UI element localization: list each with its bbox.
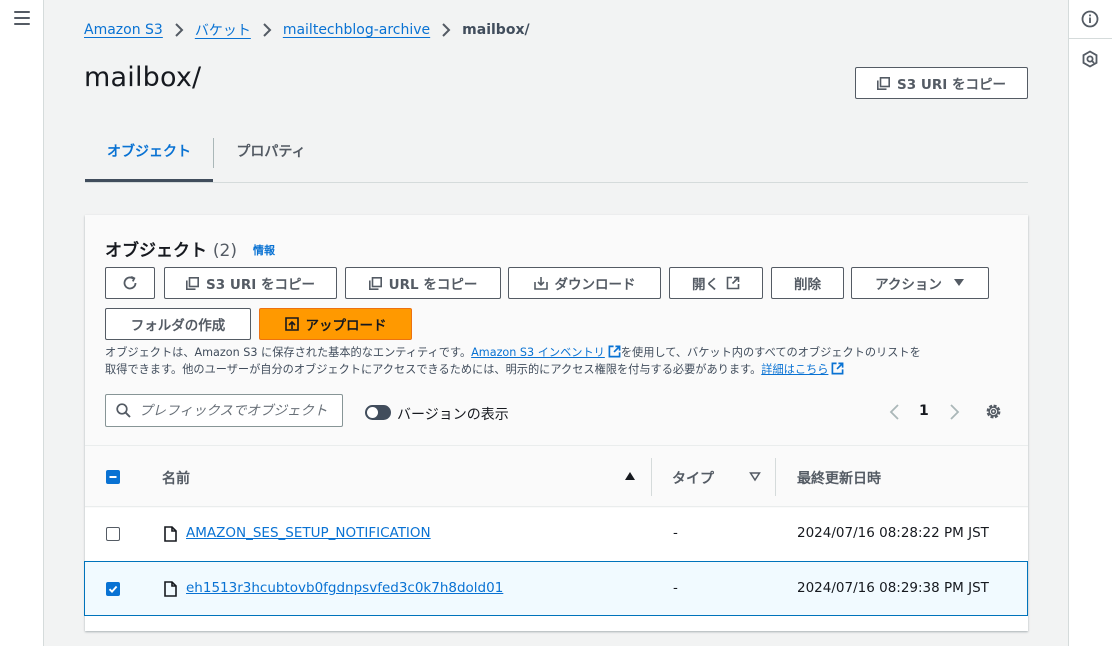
- right-tools-rail: [1068, 0, 1112, 646]
- sort-icon[interactable]: [749, 472, 761, 482]
- table-row-selected[interactable]: eh1513r3hcubtovb0fgdnpsvfed3c0k7h8dold01…: [84, 561, 1028, 616]
- breadcrumb-bucket-name[interactable]: mailtechblog-archive: [283, 22, 430, 38]
- column-header-type[interactable]: タイプ: [672, 468, 714, 488]
- copy-icon: [877, 76, 891, 90]
- tab-objects[interactable]: オブジェクト: [85, 128, 213, 182]
- copy-url-button[interactable]: URL をコピー: [345, 267, 501, 299]
- copy-s3-uri-button[interactable]: S3 URI をコピー: [164, 267, 337, 299]
- check-icon: [108, 585, 118, 593]
- info-icon[interactable]: [1081, 10, 1099, 28]
- learn-more-link[interactable]: 詳細はこちら: [761, 363, 828, 376]
- info-link[interactable]: 情報: [253, 242, 275, 258]
- copy-icon: [368, 276, 382, 290]
- open-label: 開く: [692, 277, 719, 293]
- object-type: -: [673, 580, 678, 596]
- cloudshell-icon[interactable]: [1081, 50, 1099, 68]
- table-header: 名前 タイプ 最終更新日時: [85, 445, 1028, 508]
- next-page-icon[interactable]: [947, 403, 961, 421]
- panel-title: オブジェクト (2): [105, 236, 237, 261]
- column-header-name[interactable]: 名前: [162, 468, 190, 488]
- object-last-modified: 2024/07/16 08:29:38 PM JST: [797, 580, 989, 596]
- actions-dropdown[interactable]: アクション: [851, 267, 989, 299]
- copy-url-label: URL をコピー: [388, 277, 478, 293]
- row-checkbox[interactable]: [106, 582, 120, 596]
- external-link-icon: [608, 345, 621, 358]
- description-text-1: オブジェクトは、Amazon S3 に保存された基本的なエンティティです。: [105, 346, 472, 359]
- table-row[interactable]: AMAZON_SES_SETUP_NOTIFICATION - 2024/07/…: [85, 506, 1028, 562]
- file-icon: [164, 526, 177, 542]
- previous-page-icon[interactable]: [888, 403, 902, 421]
- objects-panel: オブジェクト (2) 情報 S3 URI をコピー URL をコピー ダウンロー…: [84, 215, 1028, 631]
- create-folder-label: フォルダの作成: [130, 318, 226, 334]
- breadcrumb-buckets[interactable]: バケット: [195, 20, 251, 40]
- left-nav-rail: [0, 0, 44, 646]
- download-icon: [533, 277, 548, 290]
- description-text-3: 取得できます。他のユーザーが自分のオブジェクトにアクセスできるためには、明示的に…: [105, 363, 762, 376]
- actions-label: アクション: [875, 277, 942, 293]
- chevron-right-icon: [175, 23, 184, 37]
- select-all-checkbox[interactable]: [106, 470, 120, 484]
- download-button[interactable]: ダウンロード: [508, 267, 661, 299]
- upload-label: アップロード: [305, 318, 387, 334]
- page-title: mailbox/: [84, 62, 202, 93]
- object-last-modified: 2024/07/16 08:28:22 PM JST: [797, 525, 989, 541]
- breadcrumb: Amazon S3 バケット mailtechblog-archive mail…: [84, 20, 530, 40]
- panel-title-text: オブジェクト: [105, 241, 207, 261]
- row-checkbox[interactable]: [106, 527, 120, 541]
- copy-icon: [186, 276, 200, 290]
- chevron-right-icon: [263, 23, 272, 37]
- refresh-button[interactable]: [105, 267, 155, 299]
- create-folder-button[interactable]: フォルダの作成: [105, 308, 251, 340]
- tab-properties[interactable]: プロパティ: [214, 128, 328, 180]
- tab-list: オブジェクト プロパティ: [85, 128, 1028, 183]
- upload-button[interactable]: アップロード: [259, 308, 412, 340]
- header-copy-s3-uri-label: S3 URI をコピー: [897, 77, 1006, 93]
- copy-s3-uri-label: S3 URI をコピー: [206, 277, 315, 293]
- object-count: (2): [212, 241, 238, 261]
- column-divider: [651, 458, 652, 496]
- header-copy-s3-uri-button[interactable]: S3 URI をコピー: [855, 67, 1028, 99]
- delete-label: 削除: [794, 277, 821, 293]
- object-type: -: [673, 525, 678, 541]
- external-link-icon: [831, 362, 844, 375]
- column-header-last-modified[interactable]: 最終更新日時: [797, 468, 881, 488]
- column-divider: [775, 458, 776, 496]
- breadcrumb-current: mailbox/: [462, 22, 530, 38]
- caret-down-icon: [953, 279, 964, 286]
- objects-description: オブジェクトは、Amazon S3 に保存された基本的なエンティティです。Ama…: [105, 344, 1015, 378]
- inventory-link[interactable]: Amazon S3 インベントリ: [471, 346, 605, 359]
- external-link-icon: [726, 276, 740, 290]
- minus-icon: [109, 476, 117, 478]
- object-name-link[interactable]: eh1513r3hcubtovb0fgdnpsvfed3c0k7h8dold01: [186, 580, 503, 596]
- delete-button[interactable]: 削除: [771, 267, 844, 299]
- rail-divider: [1069, 38, 1112, 39]
- sort-ascending-icon[interactable]: [624, 471, 636, 481]
- breadcrumb-amazon-s3[interactable]: Amazon S3: [84, 22, 163, 38]
- download-label: ダウンロード: [554, 277, 636, 293]
- show-versions-label: バージョンの表示: [397, 407, 509, 423]
- search-input[interactable]: [139, 402, 329, 419]
- chevron-right-icon: [442, 23, 451, 37]
- current-page-number[interactable]: 1: [919, 403, 929, 419]
- search-field[interactable]: [105, 394, 343, 427]
- upload-icon: [284, 317, 299, 331]
- open-button[interactable]: 開く: [669, 267, 763, 299]
- refresh-icon: [123, 275, 137, 290]
- gear-icon[interactable]: [984, 402, 1003, 421]
- file-icon: [164, 581, 177, 597]
- menu-icon[interactable]: [14, 11, 30, 25]
- search-icon: [116, 403, 131, 418]
- description-text-2: を使用して、バケット内のすべてのオブジェクトのリストを: [620, 346, 921, 359]
- object-name-link[interactable]: AMAZON_SES_SETUP_NOTIFICATION: [186, 525, 431, 541]
- show-versions-toggle[interactable]: [365, 405, 391, 420]
